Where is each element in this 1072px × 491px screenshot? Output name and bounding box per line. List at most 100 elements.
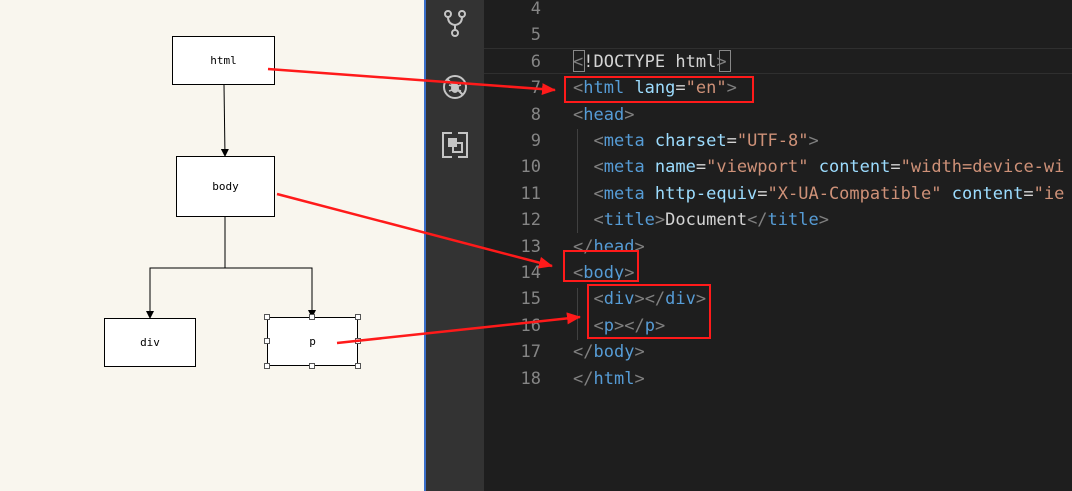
code-line[interactable]: 17 </body> bbox=[484, 339, 1072, 365]
selection-handle[interactable] bbox=[264, 363, 270, 369]
highlight-html-tag bbox=[564, 76, 754, 103]
code-token: meta bbox=[603, 183, 645, 204]
extensions-icon[interactable] bbox=[441, 131, 469, 159]
line-number: 10 bbox=[520, 157, 541, 178]
debug-icon[interactable] bbox=[441, 73, 469, 101]
code-token: > bbox=[634, 342, 645, 363]
code-token: content bbox=[808, 157, 891, 178]
edge-body-div bbox=[146, 217, 226, 319]
selection-handle[interactable] bbox=[355, 363, 361, 369]
line-number: 15 bbox=[520, 289, 541, 310]
edge-body-p bbox=[225, 267, 316, 318]
code-token: "X-UA-Compatible" bbox=[767, 183, 942, 204]
line-number: 6 bbox=[530, 51, 541, 72]
code-token: meta bbox=[603, 157, 645, 178]
bracket-match-open bbox=[573, 50, 585, 72]
code-token: "UTF-8" bbox=[736, 131, 809, 151]
code-text: <title>Document</title> bbox=[573, 207, 829, 233]
line-number: 12 bbox=[520, 210, 541, 231]
bracket-match-close bbox=[719, 50, 731, 72]
code-token: = bbox=[1023, 183, 1034, 204]
selection-handle[interactable] bbox=[264, 314, 270, 320]
line-number: 8 bbox=[530, 104, 541, 125]
selection-handle[interactable] bbox=[309, 363, 315, 369]
code-line[interactable]: 18 </html> bbox=[484, 366, 1072, 392]
code-token: !DOCTYPE html bbox=[583, 51, 717, 72]
code-token: > bbox=[624, 104, 635, 125]
selection-handle[interactable] bbox=[355, 338, 361, 344]
code-token: content bbox=[941, 183, 1024, 204]
code-token: body bbox=[593, 342, 635, 363]
code-text: <meta http-equiv="X-UA-Compatible" conte… bbox=[573, 181, 1064, 207]
code-token: head bbox=[583, 104, 625, 125]
code-token: > bbox=[634, 368, 645, 389]
code-token: html bbox=[593, 368, 635, 389]
code-text: <!DOCTYPE html> bbox=[573, 49, 727, 75]
code-token: name bbox=[644, 157, 696, 178]
code-token: title bbox=[603, 210, 655, 231]
code-line[interactable]: 16 <p></p> bbox=[484, 313, 1072, 339]
line-number: 11 bbox=[520, 183, 541, 204]
code-token: "viewport" bbox=[706, 157, 809, 178]
code-token: </ bbox=[573, 342, 594, 363]
code-line[interactable]: 15 <div></div> bbox=[484, 286, 1072, 312]
line-number: 16 bbox=[520, 315, 541, 336]
code-line[interactable]: 10 <meta name="viewport" content="width=… bbox=[484, 154, 1072, 180]
line-number: 9 bbox=[530, 131, 541, 151]
code-line[interactable]: 9 <meta charset="UTF-8"> bbox=[484, 128, 1072, 154]
code-token: "ie bbox=[1033, 183, 1065, 204]
node-p[interactable]: p bbox=[267, 317, 358, 366]
code-text: <head> bbox=[573, 102, 634, 128]
selection-handle[interactable] bbox=[309, 314, 315, 320]
line-number: 13 bbox=[520, 236, 541, 257]
line-number: 18 bbox=[520, 368, 541, 389]
code-token: < bbox=[593, 131, 604, 151]
code-text: <meta charset="UTF-8"> bbox=[573, 128, 819, 154]
line-number: 14 bbox=[520, 263, 541, 283]
code-token: < bbox=[593, 183, 604, 204]
code-line[interactable]: 11 <meta http-equiv="X-UA-Compatible" co… bbox=[484, 181, 1072, 207]
node-body[interactable]: body bbox=[176, 156, 275, 217]
code-token: </ bbox=[573, 368, 594, 389]
code-token: > bbox=[818, 210, 829, 231]
selection-handle[interactable] bbox=[355, 314, 361, 320]
code-line[interactable]: 8 <head> bbox=[484, 102, 1072, 128]
selection-handle[interactable] bbox=[264, 338, 270, 344]
line-number: 5 bbox=[530, 25, 541, 46]
code-token: < bbox=[573, 104, 584, 125]
highlight-body-tag bbox=[563, 250, 639, 282]
line-number: 17 bbox=[520, 342, 541, 363]
code-text: </html> bbox=[573, 366, 645, 392]
code-token: </ bbox=[747, 210, 768, 231]
code-token: > bbox=[808, 131, 819, 151]
node-div[interactable]: div bbox=[104, 318, 196, 367]
code-token: < bbox=[593, 157, 604, 178]
code-text: <meta name="viewport" content="width=dev… bbox=[573, 154, 1064, 180]
code-token: meta bbox=[603, 131, 645, 151]
code-token: > bbox=[654, 210, 666, 231]
code-token: title bbox=[767, 210, 819, 231]
line-number: 4 bbox=[530, 0, 541, 19]
code-token: = bbox=[890, 157, 901, 178]
edge-html-body bbox=[220, 84, 229, 157]
node-html[interactable]: html bbox=[172, 36, 275, 85]
code-line[interactable]: 5 bbox=[484, 22, 1072, 48]
code-token: = bbox=[757, 183, 768, 204]
code-token: < bbox=[593, 210, 604, 231]
code-token: "width=device-wi bbox=[900, 157, 1065, 178]
code-token: = bbox=[695, 157, 707, 178]
source-control-icon[interactable] bbox=[441, 9, 469, 37]
code-text: </body> bbox=[573, 339, 645, 365]
code-token: = bbox=[726, 131, 737, 151]
code-token: charset bbox=[644, 131, 727, 151]
code-line[interactable]: 12 <title>Document</title> bbox=[484, 207, 1072, 233]
code-token: http-equiv bbox=[644, 183, 758, 204]
code-token: Document bbox=[665, 210, 748, 231]
code-line[interactable]: 4 bbox=[484, 0, 1072, 22]
line-number: 7 bbox=[530, 78, 541, 99]
highlight-children-tags bbox=[587, 284, 711, 339]
